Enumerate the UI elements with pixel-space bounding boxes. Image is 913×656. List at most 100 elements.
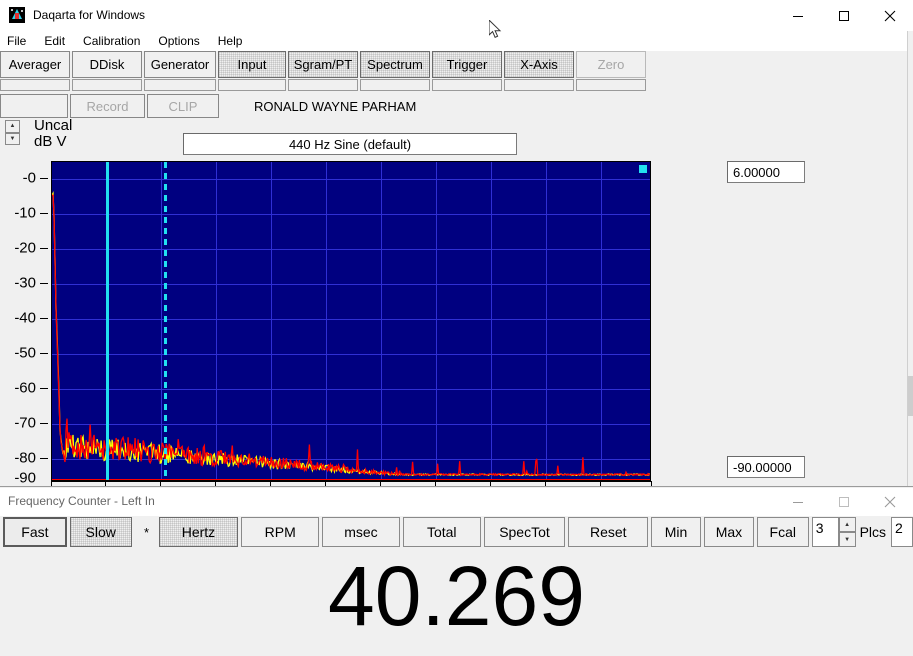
toolbar-row-status: Record CLIP RONALD WAYNE PARHAM [0, 94, 913, 118]
spectrum-trace [52, 162, 651, 481]
y-tick-mark-40 [40, 318, 48, 319]
toolbar-button-generator[interactable]: Generator [144, 51, 216, 78]
fc-button-slow[interactable]: Slow [70, 517, 132, 547]
fc-button-fast[interactable]: Fast [3, 517, 67, 547]
close-icon[interactable] [867, 0, 913, 31]
toolbar-slot-4[interactable] [218, 79, 286, 91]
minimize-icon[interactable] [775, 0, 821, 31]
fc-minimize-icon[interactable] [775, 488, 821, 516]
y-axis-units-label: Uncal dB V [34, 118, 72, 149]
status-blank-button[interactable] [0, 94, 68, 118]
spectrum-plot[interactable] [51, 161, 651, 481]
toolbar-button-averager[interactable]: Averager [0, 51, 70, 78]
vertical-scrollbar[interactable] [907, 31, 913, 486]
license-owner-name: RONALD WAYNE PARHAM [221, 94, 416, 118]
fc-button-spectot[interactable]: SpecTot [484, 517, 566, 547]
y-tick-mark-30 [40, 283, 48, 284]
fc-button-hertz[interactable]: Hertz [159, 517, 239, 547]
fc-button-fcal[interactable]: Fcal [757, 517, 809, 547]
menu-help[interactable]: Help [218, 31, 252, 51]
fc-button-total[interactable]: Total [403, 517, 481, 547]
toolbar-slot-7[interactable] [432, 79, 502, 91]
toolbar-button-sgram-pt[interactable]: Sgram/PT [288, 51, 358, 78]
y-tick-label-30: -30 [14, 275, 36, 292]
toolbar-button-trigger[interactable]: Trigger [432, 51, 502, 78]
menu-file[interactable]: File [7, 31, 35, 51]
frequency-readout: 40.269 [0, 549, 913, 643]
fc-places-spinner[interactable]: ▲ ▼ [839, 517, 856, 547]
y-tick-mark-10 [40, 213, 48, 214]
maximize-icon[interactable] [821, 0, 867, 31]
y-tick-label-0: -0 [23, 170, 36, 187]
uncal-line2: dB V [34, 134, 72, 149]
y-tick-label-90: -90 [14, 470, 36, 487]
frequency-counter-window-controls [775, 488, 913, 516]
toolbar-row-primary: Averager DDisk Generator Input Sgram/PT … [0, 51, 913, 78]
toolbar-button-zero: Zero [576, 51, 646, 78]
y-tick-mark-80 [40, 458, 48, 459]
toolbar-slot-2[interactable] [72, 79, 142, 91]
uncal-line1: Uncal [34, 117, 72, 134]
daqarta-icon [9, 7, 25, 23]
secondary-cursor-line[interactable] [164, 162, 167, 480]
frequency-counter-title: Frequency Counter - Left In [8, 494, 155, 508]
record-button: Record [70, 94, 145, 118]
y-tick-label-80: -80 [14, 450, 36, 467]
fc-places-field[interactable]: 3 [812, 517, 839, 547]
scale-spinner[interactable]: ▲ ▼ [5, 120, 20, 145]
plot-corner-marker [639, 165, 647, 173]
frequency-counter-titlebar: Frequency Counter - Left In [0, 488, 913, 516]
menu-bar: File Edit Calibration Options Help [0, 31, 913, 51]
fc-button-msec[interactable]: msec [322, 517, 400, 547]
scale-spinner-up[interactable]: ▲ [5, 120, 20, 133]
scale-spinner-down[interactable]: ▼ [5, 133, 20, 146]
fc-places-spinner-up[interactable]: ▲ [839, 517, 856, 532]
menu-calibration[interactable]: Calibration [83, 31, 149, 51]
trace-label-field[interactable]: 440 Hz Sine (default) [183, 133, 517, 155]
fc-button-reset[interactable]: Reset [568, 517, 648, 547]
y-tick-mark-0 [40, 178, 48, 179]
fc-button-rpm[interactable]: RPM [241, 517, 319, 547]
main-titlebar: Daqarta for Windows [0, 0, 913, 32]
menu-options[interactable]: Options [158, 31, 208, 51]
main-window-title: Daqarta for Windows [33, 7, 145, 23]
y-tick-label-10: -10 [14, 205, 36, 222]
toolbar-button-ddisk[interactable]: DDisk [72, 51, 142, 78]
main-cursor-line[interactable] [106, 162, 109, 480]
toolbar-slot-6[interactable] [360, 79, 430, 91]
toolbar-slot-5[interactable] [288, 79, 358, 91]
y-tick-mark-50 [40, 353, 48, 354]
daqarta-app-window: Daqarta for Windows File Edit Calibratio… [0, 0, 913, 656]
toolbar-slot-8[interactable] [504, 79, 574, 91]
menu-edit[interactable]: Edit [44, 31, 74, 51]
y-tick-label-50: -50 [14, 345, 36, 362]
y-tick-label-20: -20 [14, 240, 36, 257]
toolbar-button-x-axis[interactable]: X-Axis [504, 51, 574, 78]
fc-maximize-icon[interactable] [821, 488, 867, 516]
clip-button: CLIP [147, 94, 219, 118]
y-tick-mark-70 [40, 423, 48, 424]
main-toolbar: Averager DDisk Generator Input Sgram/PT … [0, 51, 913, 118]
fc-close-icon[interactable] [867, 488, 913, 516]
scrollbar-thumb[interactable] [908, 376, 913, 416]
toolbar-slot-1[interactable] [0, 79, 70, 91]
y-tick-label-60: -60 [14, 380, 36, 397]
fc-places-label: Plcs [860, 524, 886, 540]
y-tick-mark-20 [40, 248, 48, 249]
y-axis: -0 -10 -20 -30 -40 -50 -60 -70 -80 -90 [0, 160, 48, 480]
fc-extra-field[interactable]: 2 [891, 517, 913, 547]
toolbar-row-slots [0, 79, 913, 91]
fc-places-spinner-down[interactable]: ▼ [839, 532, 856, 547]
toolbar-button-input[interactable]: Input [218, 51, 286, 78]
toolbar-button-spectrum[interactable]: Spectrum [360, 51, 430, 78]
fc-button-min[interactable]: Min [651, 517, 701, 547]
y-min-value-field[interactable]: -90.00000 [727, 456, 805, 478]
fc-asterisk-indicator: * [135, 517, 159, 547]
toolbar-slot-3[interactable] [144, 79, 216, 91]
window-controls [775, 0, 913, 31]
y-tick-label-40: -40 [14, 310, 36, 327]
frequency-counter-toolbar: Fast Slow * Hertz RPM msec Total SpecTot… [0, 517, 913, 547]
y-max-value-field[interactable]: 6.00000 [727, 161, 805, 183]
fc-button-max[interactable]: Max [704, 517, 754, 547]
toolbar-slot-9[interactable] [576, 79, 646, 91]
